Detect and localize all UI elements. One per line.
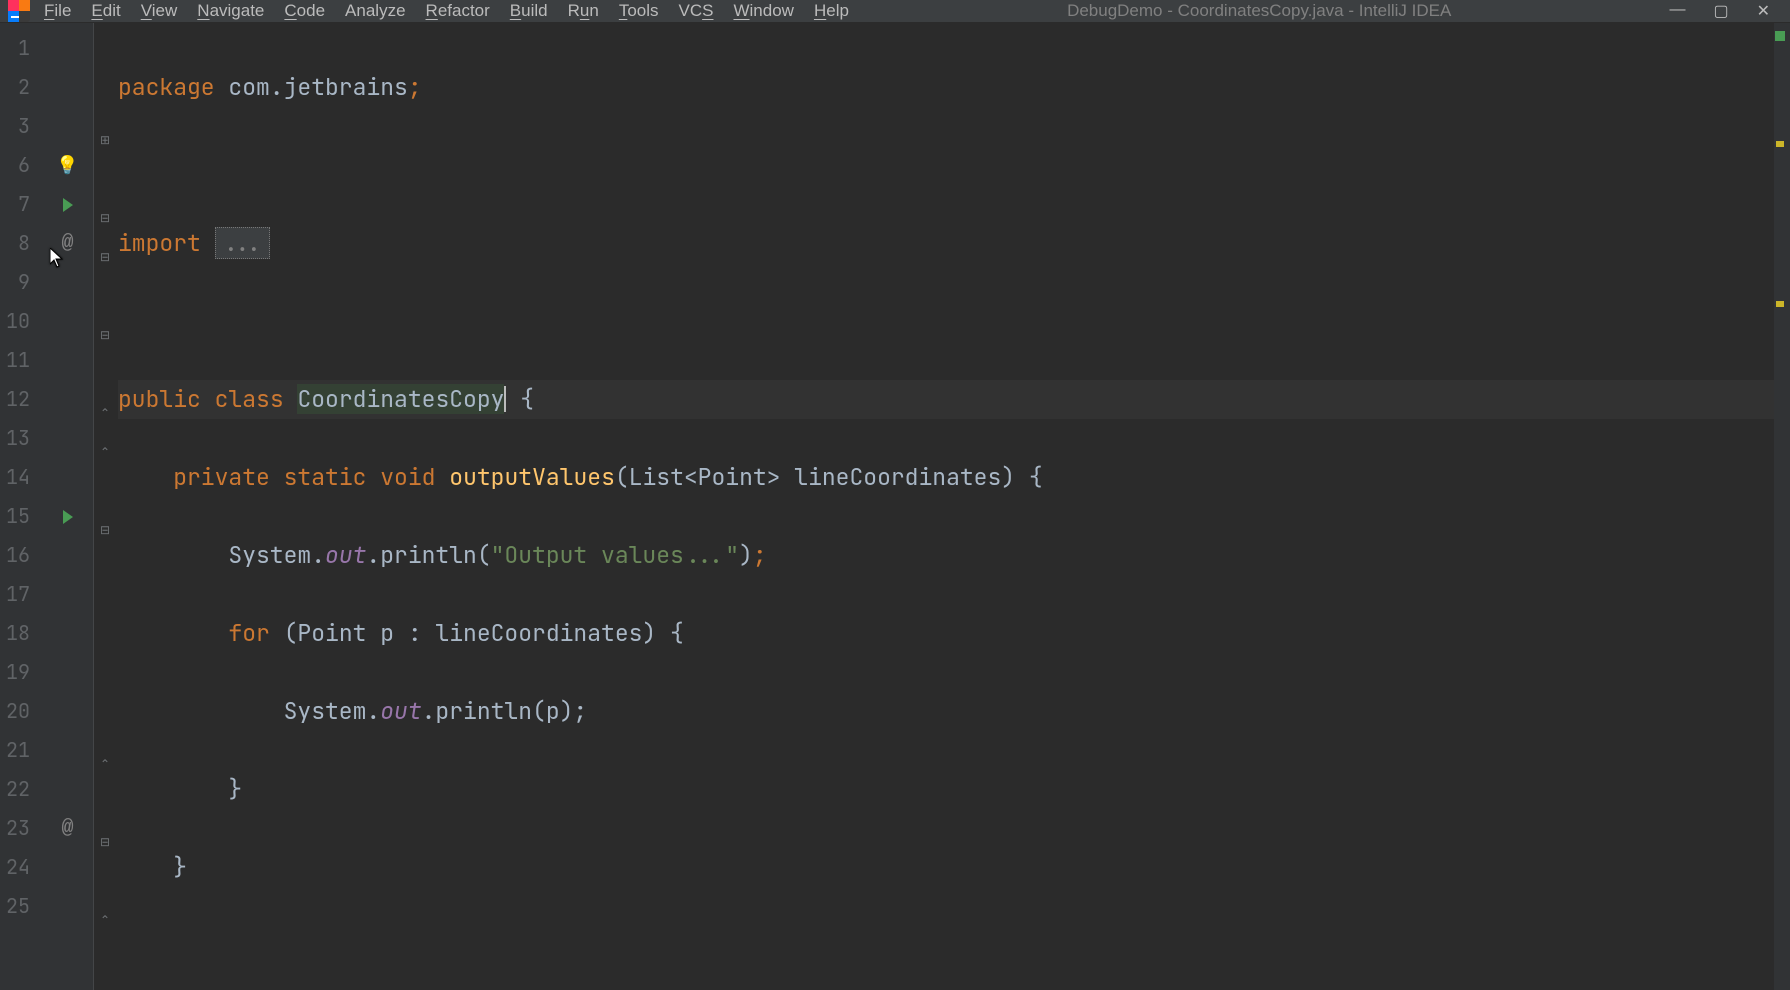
- line-number[interactable]: 1: [0, 29, 42, 68]
- line-number[interactable]: 24: [0, 848, 42, 887]
- menu-tools[interactable]: Tools: [619, 1, 659, 21]
- gutter-line-numbers[interactable]: 1 2 3 6 7 8 9 10 11 12 13 14 15 16 17 18…: [0, 23, 42, 990]
- line-number[interactable]: 21: [0, 731, 42, 770]
- gutter-icons: 💡 @ @: [42, 23, 94, 990]
- close-button[interactable]: ✕: [1757, 1, 1770, 21]
- titlebar: File Edit View Navigate Code Analyze Ref…: [0, 0, 1790, 23]
- menu-refactor[interactable]: Refactor: [426, 1, 490, 21]
- fold-end-icon[interactable]: ⌃: [100, 745, 112, 757]
- line-number[interactable]: 25: [0, 887, 42, 926]
- line-number[interactable]: 22: [0, 770, 42, 809]
- intention-bulb-icon[interactable]: 💡: [56, 146, 78, 185]
- menu-run[interactable]: Run: [568, 1, 599, 21]
- line-number[interactable]: 10: [0, 302, 42, 341]
- line-number[interactable]: 3: [0, 107, 42, 146]
- fold-expand-icon[interactable]: ⊞: [100, 121, 112, 133]
- line-number[interactable]: 14: [0, 458, 42, 497]
- menu-window[interactable]: Window: [733, 1, 793, 21]
- editor-area[interactable]: 1 2 3 6 7 8 9 10 11 12 13 14 15 16 17 18…: [0, 23, 1790, 990]
- line-number[interactable]: 23: [0, 809, 42, 848]
- maximize-button[interactable]: ▢: [1713, 1, 1728, 21]
- error-stripe[interactable]: [1774, 23, 1790, 990]
- window-title: DebugDemo - CoordinatesCopy.java - Intel…: [849, 1, 1670, 21]
- fold-end-icon[interactable]: ⌃: [100, 433, 112, 445]
- line-number[interactable]: 11: [0, 341, 42, 380]
- minimize-button[interactable]: —: [1669, 1, 1685, 21]
- menu-bar: File Edit View Navigate Code Analyze Ref…: [44, 1, 849, 21]
- fold-collapse-icon[interactable]: ⊟: [100, 511, 112, 523]
- menu-help[interactable]: Help: [814, 1, 849, 21]
- fold-collapse-icon[interactable]: ⊟: [100, 199, 112, 211]
- run-gutter-icon[interactable]: [63, 510, 73, 524]
- line-number[interactable]: 6: [0, 146, 42, 185]
- fold-column[interactable]: ⊞ ⊟ ⊟ ⊟ ⌃ ⌃ ⊟ ⌃ ⊟ ⌃: [94, 23, 118, 990]
- fold-collapse-icon[interactable]: ⊟: [100, 316, 112, 328]
- line-number[interactable]: 19: [0, 653, 42, 692]
- code-editor[interactable]: package com.jetbrains; import ... public…: [118, 23, 1774, 990]
- line-number[interactable]: 13: [0, 419, 42, 458]
- line-number[interactable]: 20: [0, 692, 42, 731]
- override-gutter-icon[interactable]: @: [61, 224, 73, 263]
- menu-view[interactable]: View: [141, 1, 178, 21]
- line-number[interactable]: 18: [0, 614, 42, 653]
- menu-vcs[interactable]: VCS: [679, 1, 714, 21]
- override-gutter-icon[interactable]: @: [61, 809, 73, 848]
- intellij-logo-icon: [8, 0, 30, 22]
- fold-collapse-icon[interactable]: ⊟: [100, 823, 112, 835]
- run-gutter-icon[interactable]: [63, 198, 73, 212]
- line-number[interactable]: 7: [0, 185, 42, 224]
- menu-code[interactable]: Code: [284, 1, 325, 21]
- line-number[interactable]: 17: [0, 575, 42, 614]
- line-number[interactable]: 2: [0, 68, 42, 107]
- line-number[interactable]: 9: [0, 263, 42, 302]
- line-number[interactable]: 12: [0, 380, 42, 419]
- line-number[interactable]: 15: [0, 497, 42, 536]
- window-controls: — ▢ ✕: [1669, 1, 1782, 21]
- menu-navigate[interactable]: Navigate: [197, 1, 264, 21]
- line-number[interactable]: 16: [0, 536, 42, 575]
- fold-collapse-icon[interactable]: ⊟: [100, 238, 112, 250]
- warning-marker-icon[interactable]: [1776, 141, 1784, 147]
- fold-end-icon[interactable]: ⌃: [100, 901, 112, 913]
- warning-marker-icon[interactable]: [1776, 301, 1784, 307]
- analysis-ok-marker-icon[interactable]: [1775, 31, 1785, 41]
- menu-build[interactable]: Build: [510, 1, 548, 21]
- menu-file[interactable]: File: [44, 1, 71, 21]
- fold-end-icon[interactable]: ⌃: [100, 394, 112, 406]
- menu-analyze[interactable]: Analyze: [345, 1, 405, 21]
- menu-edit[interactable]: Edit: [91, 1, 120, 21]
- line-number[interactable]: 8: [0, 224, 42, 263]
- folded-imports[interactable]: ...: [215, 227, 270, 259]
